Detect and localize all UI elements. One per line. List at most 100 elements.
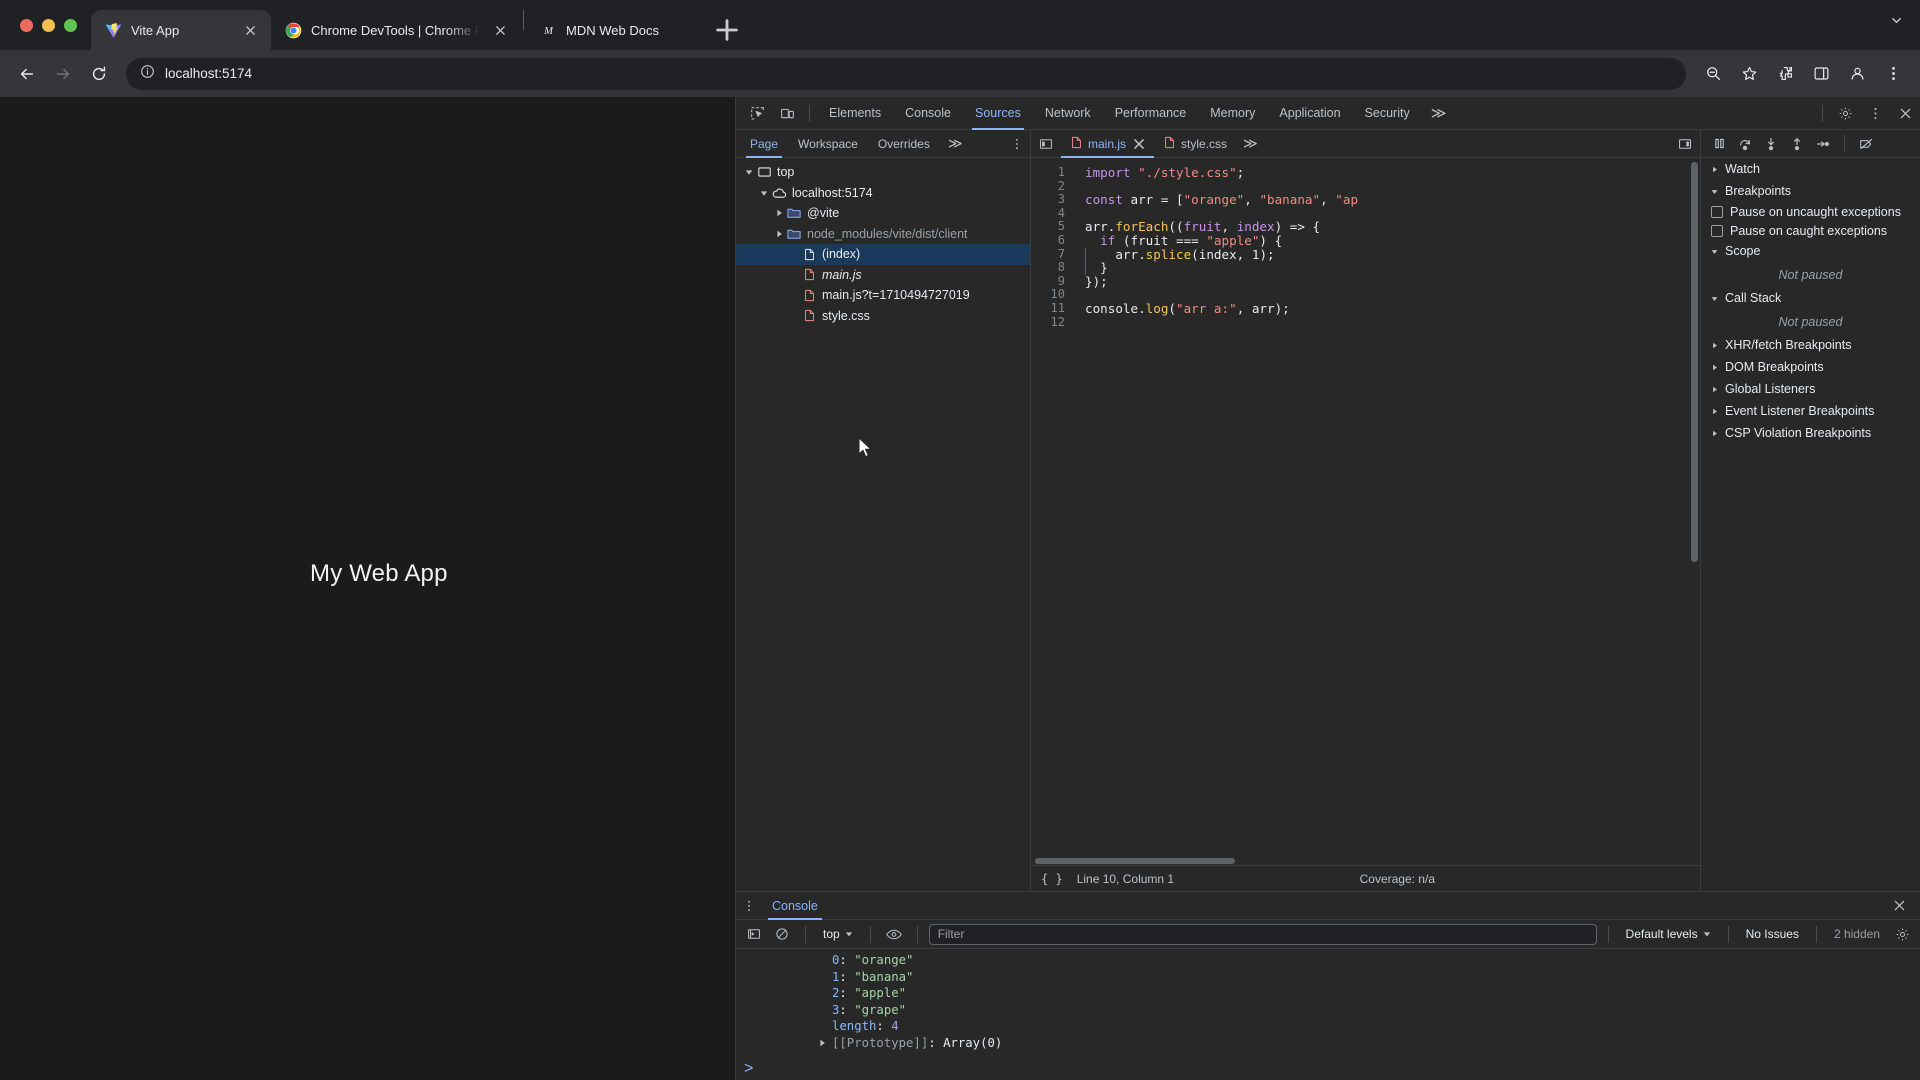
devtools-tab-security[interactable]: Security bbox=[1353, 97, 1422, 130]
console-hidden-count[interactable]: 2 hidden bbox=[1828, 927, 1886, 941]
devtools-tab-sources[interactable]: Sources bbox=[963, 97, 1033, 130]
debugger-section-header[interactable]: Global Listeners bbox=[1701, 378, 1920, 400]
source-code[interactable]: import "./style.css"; const arr = ["oran… bbox=[1073, 158, 1700, 865]
live-expression-icon[interactable] bbox=[882, 922, 906, 946]
line-number[interactable]: 11 bbox=[1031, 301, 1065, 316]
info-circle-icon[interactable] bbox=[140, 64, 155, 84]
file-tree-item[interactable]: @vite bbox=[736, 203, 1030, 224]
browser-tab-chrome-devtools[interactable]: Chrome DevTools | Chrome F bbox=[271, 10, 521, 50]
close-tab-button[interactable] bbox=[239, 19, 261, 41]
chevron-right-icon[interactable] bbox=[1709, 430, 1719, 437]
chevron-right-icon[interactable] bbox=[1709, 364, 1719, 371]
address-bar[interactable]: localhost:5174 bbox=[126, 57, 1686, 90]
navigator-tab-overrides[interactable]: Overrides bbox=[868, 130, 940, 158]
console-output-row[interactable]: length: 4 bbox=[736, 1018, 1920, 1035]
debugger-section-header[interactable]: XHR/fetch Breakpoints bbox=[1701, 334, 1920, 356]
pause-script-icon[interactable] bbox=[1707, 132, 1731, 156]
code-line[interactable]: if (fruit === "apple") { bbox=[1085, 234, 1700, 248]
code-line[interactable] bbox=[1085, 180, 1700, 194]
checkbox-icon[interactable] bbox=[1711, 224, 1723, 237]
navigator-more-options-icon[interactable] bbox=[1004, 131, 1030, 157]
devtools-tab-application[interactable]: Application bbox=[1267, 97, 1352, 130]
line-number[interactable]: 9 bbox=[1031, 274, 1065, 289]
debugger-section-header[interactable]: Scope bbox=[1701, 240, 1920, 262]
clear-console-icon[interactable] bbox=[770, 922, 794, 946]
devtools-panel-icon[interactable] bbox=[1804, 57, 1838, 91]
code-line[interactable]: import "./style.css"; bbox=[1085, 166, 1700, 180]
editor-tab-style-css[interactable]: style.css bbox=[1154, 130, 1235, 158]
devtools-tab-console[interactable]: Console bbox=[893, 97, 963, 130]
console-output-row[interactable]: 0: "orange" bbox=[736, 952, 1920, 969]
drawer-more-icon[interactable] bbox=[736, 893, 762, 919]
zoom-search-icon[interactable] bbox=[1696, 57, 1730, 91]
file-tree-item[interactable]: top bbox=[736, 162, 1030, 183]
step-out-icon[interactable] bbox=[1785, 132, 1809, 156]
tree-twisty-icon[interactable] bbox=[757, 189, 770, 197]
step-over-icon[interactable] bbox=[1733, 132, 1757, 156]
editor-tab-main-js[interactable]: main.js bbox=[1061, 130, 1155, 158]
code-view[interactable]: 1 2 3 4 5 6 7 8 9 10 11 12 import "./style.css"; co… bbox=[1031, 158, 1700, 865]
new-tab-button[interactable] bbox=[712, 15, 742, 45]
line-number[interactable]: 12 bbox=[1031, 315, 1065, 330]
chrome-menu-icon[interactable] bbox=[1876, 57, 1910, 91]
close-window-button[interactable] bbox=[20, 18, 33, 32]
chevron-right-icon[interactable] bbox=[1709, 386, 1719, 393]
devtools-tab-elements[interactable]: Elements bbox=[817, 97, 893, 130]
editor-vertical-scrollbar[interactable] bbox=[1691, 162, 1698, 562]
close-drawer-icon[interactable] bbox=[1886, 893, 1912, 919]
file-tree-item[interactable]: localhost:5174 bbox=[736, 183, 1030, 204]
debugger-sections[interactable]: Watch Breakpoints Pause on uncaught except… bbox=[1701, 158, 1920, 891]
chevron-right-icon[interactable] bbox=[1709, 408, 1719, 415]
devtools-more-icon[interactable] bbox=[1860, 100, 1890, 126]
file-tree-item[interactable]: main.js bbox=[736, 265, 1030, 286]
editor-more-tabs-icon[interactable]: ≫ bbox=[1235, 135, 1266, 152]
chevron-down-icon[interactable] bbox=[1709, 188, 1719, 195]
code-line[interactable]: arr.forEach((fruit, index) => { bbox=[1085, 220, 1700, 234]
console-output-row[interactable]: 3: "grape" bbox=[736, 1002, 1920, 1019]
bookmark-star-icon[interactable] bbox=[1732, 57, 1766, 91]
settings-gear-icon[interactable] bbox=[1830, 100, 1860, 126]
console-sidebar-icon[interactable] bbox=[742, 922, 766, 946]
navigator-tab-workspace[interactable]: Workspace bbox=[788, 130, 868, 158]
inspect-element-icon[interactable] bbox=[742, 100, 772, 126]
console-output-row[interactable]: 1: "banana" bbox=[736, 969, 1920, 986]
console-issues-label[interactable]: No Issues bbox=[1740, 927, 1805, 941]
line-number[interactable]: 7 bbox=[1031, 247, 1065, 262]
close-devtools-icon[interactable] bbox=[1890, 100, 1920, 126]
chevron-right-icon[interactable] bbox=[1709, 166, 1719, 173]
file-tree-item[interactable]: node_modules/vite/dist/client bbox=[736, 224, 1030, 245]
chevron-down-icon[interactable] bbox=[1709, 248, 1719, 255]
console-levels-selector[interactable]: Default levels bbox=[1620, 927, 1717, 941]
line-number[interactable]: 5 bbox=[1031, 220, 1065, 234]
minimize-window-button[interactable] bbox=[42, 18, 55, 32]
devtools-tab-performance[interactable]: Performance bbox=[1103, 97, 1199, 130]
debugger-section-header[interactable]: Watch bbox=[1701, 158, 1920, 180]
line-number[interactable]: 10 bbox=[1031, 288, 1065, 302]
file-tree-item[interactable]: style.css bbox=[736, 306, 1030, 327]
file-tree[interactable]: top localhost:5174 @vite node_modules/vite/… bbox=[736, 158, 1030, 891]
line-number[interactable]: 8 bbox=[1031, 261, 1065, 275]
line-number[interactable]: 2 bbox=[1031, 179, 1065, 194]
debugger-section-header[interactable]: DOM Breakpoints bbox=[1701, 356, 1920, 378]
line-number[interactable]: 3 bbox=[1031, 193, 1065, 207]
close-tab-button[interactable] bbox=[489, 19, 511, 41]
reload-icon[interactable] bbox=[82, 57, 116, 91]
devtools-more-panels-icon[interactable]: ≫ bbox=[1422, 104, 1456, 122]
code-line[interactable] bbox=[1085, 288, 1700, 302]
back-arrow-icon[interactable] bbox=[10, 57, 44, 91]
extensions-icon[interactable] bbox=[1768, 57, 1802, 91]
step-into-icon[interactable] bbox=[1759, 132, 1783, 156]
browser-tab-mdn-web-docs[interactable]: M MDN Web Docs bbox=[526, 10, 706, 50]
chevron-down-icon[interactable] bbox=[1709, 295, 1719, 302]
debugger-checkbox-row[interactable]: Pause on uncaught exceptions bbox=[1701, 202, 1920, 221]
close-editor-tab-button[interactable] bbox=[1132, 137, 1146, 151]
console-settings-icon[interactable] bbox=[1890, 922, 1914, 946]
deactivate-breakpoints-icon[interactable] bbox=[1854, 132, 1878, 156]
debugger-section-header[interactable]: CSP Violation Breakpoints bbox=[1701, 422, 1920, 444]
debugger-section-header[interactable]: Breakpoints bbox=[1701, 180, 1920, 202]
debugger-section-header[interactable]: Event Listener Breakpoints bbox=[1701, 400, 1920, 422]
editor-horizontal-scrollbar[interactable] bbox=[1031, 857, 1700, 865]
pretty-print-icon[interactable]: { } bbox=[1041, 872, 1063, 886]
chevron-right-icon[interactable] bbox=[1709, 342, 1719, 349]
console-context-selector[interactable]: top bbox=[817, 924, 859, 945]
